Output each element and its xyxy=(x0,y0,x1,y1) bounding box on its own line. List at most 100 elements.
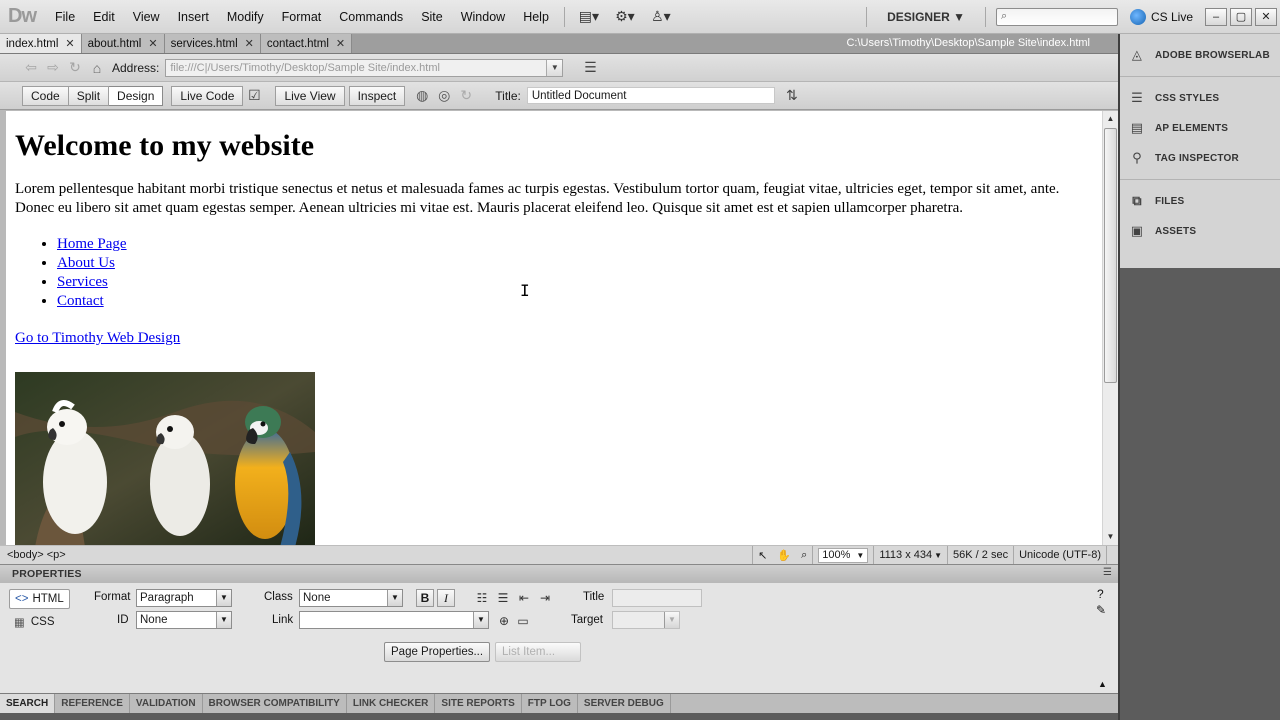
file-management-icon[interactable]: ⇅ xyxy=(781,87,803,104)
menu-help[interactable]: Help xyxy=(514,0,558,34)
bold-button[interactable]: B xyxy=(416,589,434,607)
tab-services[interactable]: services.html ✕ xyxy=(164,34,261,53)
menu-modify[interactable]: Modify xyxy=(218,0,273,34)
menu-insert[interactable]: Insert xyxy=(169,0,218,34)
inspect-button[interactable]: Inspect xyxy=(348,85,406,106)
link-input[interactable]: ▼ xyxy=(299,611,489,629)
minimize-button[interactable]: – xyxy=(1205,7,1227,26)
indent-icon[interactable]: ⇥ xyxy=(535,589,555,607)
about-us-link[interactable]: About Us xyxy=(57,255,115,271)
class-select[interactable]: None ▼ xyxy=(299,589,403,607)
scroll-down-icon[interactable]: ▼ xyxy=(1103,529,1118,545)
code-view-button[interactable]: Code xyxy=(22,85,69,106)
scroll-thumb[interactable] xyxy=(1104,128,1117,383)
point-to-file-icon[interactable]: ⊕ xyxy=(494,612,514,630)
help-search-input[interactable]: ⌕ xyxy=(995,7,1118,26)
css-styles-panel[interactable]: ☰ CSS STYLES xyxy=(1120,83,1280,113)
split-view-button[interactable]: Split xyxy=(68,85,110,106)
vertical-scrollbar[interactable]: ▲ ▼ xyxy=(1102,111,1118,545)
forward-icon[interactable]: ⇨ xyxy=(42,59,64,76)
tab-link-checker[interactable]: LINK CHECKER xyxy=(347,694,436,713)
list-item-button[interactable]: List Item... xyxy=(495,642,581,662)
tab-validation[interactable]: VALIDATION xyxy=(130,694,203,713)
select-tool-icon[interactable]: ↖ xyxy=(752,546,772,564)
page-heading[interactable]: Welcome to my website xyxy=(15,128,1102,164)
collapse-icon[interactable]: ▲ xyxy=(1098,679,1107,689)
id-select[interactable]: None ▼ xyxy=(136,611,232,629)
design-view-button[interactable]: Design xyxy=(109,85,164,106)
adobe-browserlab-panel[interactable]: ◬ ADOBE BROWSERLAB xyxy=(1120,40,1280,70)
title-attr-input[interactable] xyxy=(612,589,702,607)
window-size[interactable]: 1113 x 434 ▼ xyxy=(873,546,947,564)
outdent-icon[interactable]: ⇤ xyxy=(514,589,534,607)
tab-contact[interactable]: contact.html ✕ xyxy=(260,34,353,53)
layout-icon[interactable]: ▤▾ xyxy=(571,6,607,28)
menu-view[interactable]: View xyxy=(124,0,169,34)
menu-window[interactable]: Window xyxy=(452,0,514,34)
target-select[interactable]: ▼ xyxy=(612,611,680,629)
back-icon[interactable]: ⇦ xyxy=(20,59,42,76)
page-properties-button[interactable]: Page Properties... xyxy=(384,642,491,662)
design-view-canvas[interactable]: Welcome to my website Lorem pellentesque… xyxy=(6,111,1102,545)
menu-file[interactable]: File xyxy=(46,0,84,34)
close-icon[interactable]: ✕ xyxy=(245,37,254,50)
close-icon[interactable]: ✕ xyxy=(148,37,157,50)
chevron-down-icon[interactable]: ▼ xyxy=(546,59,563,76)
tab-search[interactable]: SEARCH xyxy=(0,694,56,713)
refresh-icon[interactable]: ↻ xyxy=(64,59,86,76)
live-view-button[interactable]: Live View xyxy=(275,85,345,106)
tab-site-reports[interactable]: SITE REPORTS xyxy=(435,694,522,713)
parrots-image[interactable] xyxy=(15,372,315,545)
menu-commands[interactable]: Commands xyxy=(330,0,412,34)
address-input[interactable]: file:///C|/Users/Timothy/Desktop/Sample … xyxy=(165,58,564,77)
refresh-design-icon[interactable]: ↻ xyxy=(455,87,477,104)
tab-browser-compatibility[interactable]: BROWSER COMPATIBILITY xyxy=(203,694,347,713)
workspace-switcher[interactable]: DESIGNER ▼ xyxy=(873,10,979,24)
folder-icon[interactable]: ▭ xyxy=(513,612,533,630)
cs-live-button[interactable]: CS Live xyxy=(1129,8,1205,25)
menu-edit[interactable]: Edit xyxy=(84,0,124,34)
contact-link[interactable]: Contact xyxy=(57,293,104,309)
tab-about[interactable]: about.html ✕ xyxy=(81,34,165,53)
zoom-select[interactable]: 100% ▼ xyxy=(818,547,869,563)
tab-index[interactable]: index.html ✕ xyxy=(0,34,82,53)
close-button[interactable]: ✕ xyxy=(1255,7,1277,26)
properties-header[interactable]: PROPERTIES xyxy=(0,565,1118,583)
tag-inspector-panel[interactable]: ⚲ TAG INSPECTOR xyxy=(1120,143,1280,173)
quick-tag-editor-icon[interactable]: ✎ xyxy=(1096,603,1106,617)
gear-icon[interactable]: ⚙▾ xyxy=(607,6,643,28)
browser-options-icon[interactable]: ☰ xyxy=(579,59,601,76)
assets-panel[interactable]: ▣ ASSETS xyxy=(1120,216,1280,246)
html-mode-button[interactable]: <> HTML xyxy=(9,589,70,609)
page-paragraph[interactable]: Lorem pellentesque habitant morbi tristi… xyxy=(15,180,1092,218)
document-title-input[interactable]: Untitled Document xyxy=(526,87,775,104)
home-page-link[interactable]: Home Page xyxy=(57,236,127,252)
help-icon[interactable]: ? xyxy=(1097,587,1104,601)
globe-icon[interactable]: ◍ xyxy=(411,87,433,104)
menu-format[interactable]: Format xyxy=(273,0,331,34)
zoom-tool-icon[interactable]: ⌕ xyxy=(796,546,812,564)
ap-elements-panel[interactable]: ▤ AP ELEMENTS xyxy=(1120,113,1280,143)
tab-ftp-log[interactable]: FTP LOG xyxy=(522,694,578,713)
tab-server-debug[interactable]: SERVER DEBUG xyxy=(578,694,671,713)
hand-tool-icon[interactable]: ✋ xyxy=(772,546,796,564)
tab-reference[interactable]: REFERENCE xyxy=(55,694,130,713)
italic-button[interactable]: I xyxy=(437,589,455,607)
format-select[interactable]: Paragraph ▼ xyxy=(136,589,232,607)
visual-aids-icon[interactable]: ◎ xyxy=(433,87,455,104)
home-icon[interactable]: ⌂ xyxy=(86,60,108,76)
close-icon[interactable]: ✕ xyxy=(65,37,74,50)
live-code-button[interactable]: Live Code xyxy=(171,85,244,106)
files-panel[interactable]: ⧉ FILES xyxy=(1120,186,1280,216)
site-icon[interactable]: ♙▾ xyxy=(643,6,679,28)
close-icon[interactable]: ✕ xyxy=(336,37,345,50)
unordered-list-icon[interactable]: ☷ xyxy=(472,589,492,607)
menu-site[interactable]: Site xyxy=(412,0,452,34)
check-icon[interactable]: ☑ xyxy=(243,87,265,104)
tag-selector[interactable]: <body> <p> xyxy=(0,549,66,561)
panel-menu-icon[interactable]: ☰ xyxy=(1103,567,1112,578)
ordered-list-icon[interactable]: ☰ xyxy=(493,589,513,607)
css-mode-button[interactable]: ▦ CSS xyxy=(9,612,60,632)
scroll-up-icon[interactable]: ▲ xyxy=(1103,111,1118,127)
services-link[interactable]: Services xyxy=(57,274,108,290)
